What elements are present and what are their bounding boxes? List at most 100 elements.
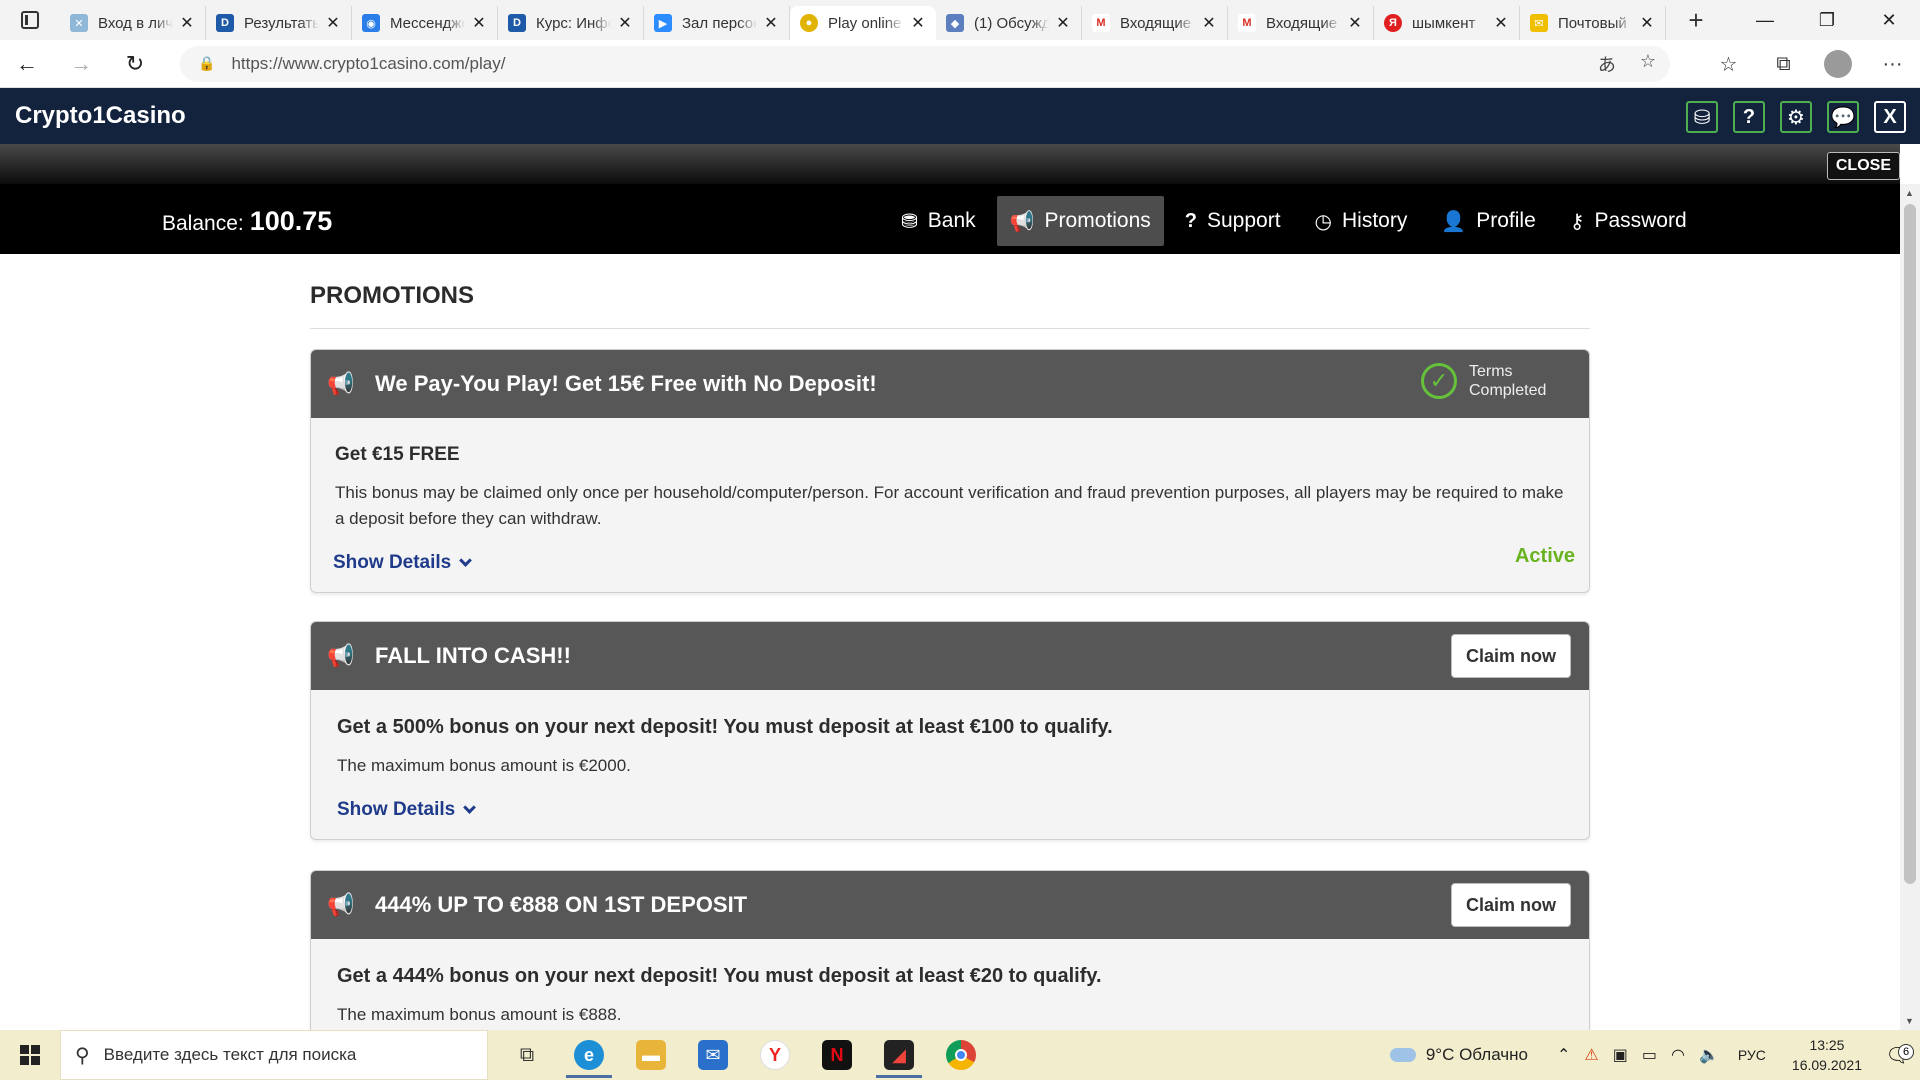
clock[interactable]: 13:25 16.09.2021 <box>1792 1035 1862 1075</box>
taskbar-search-placeholder[interactable]: Введите здесь текст для поиска <box>104 1045 357 1065</box>
help-icon[interactable]: ? <box>1733 101 1765 133</box>
taskbar-search[interactable]: ⚲ Введите здесь текст для поиска <box>60 1030 488 1080</box>
menu-item-bank[interactable]: ⛃ Bank <box>888 196 989 246</box>
tab-close-icon[interactable]: ✕ <box>910 13 926 33</box>
promo-title: FALL INTO CASH!! <box>375 643 571 668</box>
browser-tab[interactable]: M Входящие ✕ <box>1228 6 1374 40</box>
page-scrollbar[interactable]: ▲ ▼ <box>1900 184 1920 1030</box>
claim-now-button[interactable]: Claim now <box>1450 634 1571 678</box>
notifications-button[interactable]: 🗨6 <box>1876 1043 1920 1068</box>
device-icon[interactable]: ▣ <box>1613 1045 1628 1065</box>
taskbar-mail[interactable]: ✉ <box>682 1030 744 1080</box>
more-menu-icon[interactable]: ··· <box>1865 53 1920 76</box>
exit-x-icon[interactable]: X <box>1874 101 1906 133</box>
tab-close-icon[interactable]: ✕ <box>179 13 195 33</box>
browser-tab[interactable]: ▶ Зал персональный ✕ <box>644 6 790 40</box>
address-bar[interactable]: 🔒 https://www.crypto1casino.com/play/ あ … <box>180 45 1670 82</box>
chevron-up-icon[interactable]: ⌃ <box>1557 1045 1570 1065</box>
menu-item-history[interactable]: ◷ History <box>1302 196 1421 246</box>
chevron-down-icon <box>459 554 473 567</box>
browser-toolbar: ← → ↻ 🔒 https://www.crypto1casino.com/pl… <box>0 40 1920 88</box>
new-tab-button[interactable]: + <box>1676 5 1716 36</box>
terms-status: ✓ Terms Completed <box>1421 362 1559 400</box>
menu-item-support[interactable]: ? Support <box>1172 196 1294 246</box>
menu-item-password[interactable]: ⚷ Password <box>1557 196 1700 246</box>
tab-favicon-icon: ✕ <box>70 14 88 32</box>
browser-tab[interactable]: M Входящие ✕ <box>1082 6 1228 40</box>
url-text[interactable]: https://www.crypto1casino.com/play/ <box>231 54 505 74</box>
task-view-button[interactable]: ⧉ <box>496 1030 558 1080</box>
tab-close-icon[interactable]: ✕ <box>1493 13 1509 33</box>
maximize-icon[interactable]: ❐ <box>1796 0 1858 40</box>
browser-tab[interactable]: D Курс: Инфо ✕ <box>498 6 644 40</box>
reload-button[interactable]: ↻ <box>108 40 162 88</box>
back-button[interactable]: ← <box>0 40 54 88</box>
browser-tab[interactable]: Яшымкент ✕ <box>1374 6 1520 40</box>
tab-close-icon[interactable]: ✕ <box>1201 13 1217 33</box>
taskbar-yandex[interactable]: Y <box>744 1030 806 1080</box>
chat-icon[interactable]: 💬 <box>1827 101 1859 133</box>
taskbar-anydesk[interactable]: ◢ <box>868 1030 930 1080</box>
favorite-star-icon[interactable]: ☆ <box>1640 51 1656 77</box>
tab-close-icon[interactable]: ✕ <box>1347 13 1363 33</box>
minimize-icon[interactable]: — <box>1734 0 1796 40</box>
close-window-icon[interactable]: ✕ <box>1858 0 1920 40</box>
browser-tab[interactable]: D Результаты ✕ <box>206 6 352 40</box>
tab-close-icon[interactable]: ✕ <box>763 13 779 33</box>
tab-actions-button[interactable] <box>0 0 60 40</box>
browser-tab-active[interactable]: ● Play online ✕ <box>790 6 936 40</box>
tab-close-icon[interactable]: ✕ <box>1639 13 1655 33</box>
lock-icon[interactable]: 🔒 <box>198 55 215 72</box>
promo-header: 📢 FALL INTO CASH!! Claim now <box>311 622 1589 690</box>
weather-widget[interactable]: 9°C Облачно <box>1389 1045 1528 1065</box>
tab-favicon-icon: ✉ <box>1530 14 1548 32</box>
scrollbar-thumb[interactable] <box>1904 204 1916 884</box>
taskbar-explorer[interactable]: ▬ <box>620 1030 682 1080</box>
translate-icon[interactable]: あ <box>1598 51 1616 77</box>
menu-item-promotions[interactable]: 📢 Promotions <box>996 196 1164 246</box>
weather-text: 9°C Облачно <box>1425 1045 1528 1064</box>
favorites-icon[interactable]: ☆ <box>1701 52 1756 77</box>
scroll-down-icon[interactable]: ▼ <box>1905 1016 1914 1026</box>
settings-gear-icon[interactable]: ⚙ <box>1780 101 1812 133</box>
browser-tab[interactable]: ✉ Почтовый ✕ <box>1520 6 1666 40</box>
system-tray: 9°C Облачно ⌃ ⚠ ▣ ▭ ◠ 🔈 РУС 13:25 16.09.2… <box>1389 1030 1920 1080</box>
windows-taskbar: ⚲ Введите здесь текст для поиска ⧉ e ▬ ✉… <box>0 1030 1920 1080</box>
tab-close-icon[interactable]: ✕ <box>471 13 487 33</box>
tab-close-icon[interactable]: ✕ <box>1055 13 1071 33</box>
start-button[interactable] <box>0 1030 60 1080</box>
promo-title: We Pay-You Play! Get 15€ Free with No De… <box>375 371 877 396</box>
battery-icon[interactable]: ▭ <box>1642 1045 1657 1065</box>
account-navbar: Balance: 100.75 ⛃ Bank 📢 Promotions ? Suppor… <box>0 184 1900 254</box>
browser-tab[interactable]: ◆ (1) Обсуждение ✕ <box>936 6 1082 40</box>
taskbar-chrome[interactable] <box>930 1030 992 1080</box>
language-indicator[interactable]: РУС <box>1738 1047 1766 1063</box>
tab-close-icon[interactable]: ✕ <box>325 13 341 33</box>
show-details-label: Show Details <box>333 552 452 573</box>
coins-icon[interactable]: ⛁ <box>1686 101 1718 133</box>
collections-icon[interactable]: ⧉ <box>1756 53 1811 76</box>
taskbar-edge[interactable]: e <box>558 1030 620 1080</box>
close-button[interactable]: CLOSE <box>1826 152 1900 180</box>
tab-label: Курс: Инфо <box>536 14 611 32</box>
browser-tab[interactable]: ◉ Мессенджер ✕ <box>352 6 498 40</box>
user-icon: 👤 <box>1441 210 1467 233</box>
antivirus-icon[interactable]: ⚠ <box>1584 1045 1598 1065</box>
menu-item-profile[interactable]: 👤 Profile <box>1428 196 1548 246</box>
forward-button[interactable]: → <box>54 40 108 88</box>
claim-now-button[interactable]: Claim now <box>1450 883 1571 927</box>
tab-label: Входящие <box>1120 14 1192 32</box>
chrome-icon <box>946 1040 976 1070</box>
show-details-link[interactable]: Show Details <box>333 552 473 574</box>
key-icon: ⚷ <box>1569 210 1585 233</box>
tab-close-icon[interactable]: ✕ <box>617 13 633 33</box>
scroll-up-icon[interactable]: ▲ <box>1905 188 1914 198</box>
profile-avatar[interactable] <box>1824 50 1852 78</box>
volume-icon[interactable]: 🔈 <box>1699 1045 1719 1065</box>
browser-tab[interactable]: ✕ Вход в личный кабинет ✕ <box>60 6 206 40</box>
wifi-icon[interactable]: ◠ <box>1671 1045 1685 1065</box>
show-details-link[interactable]: Show Details <box>337 799 477 821</box>
tab-favicon-icon: ▶ <box>654 14 672 32</box>
taskbar-netflix[interactable]: N <box>806 1030 868 1080</box>
netflix-icon: N <box>822 1040 852 1070</box>
